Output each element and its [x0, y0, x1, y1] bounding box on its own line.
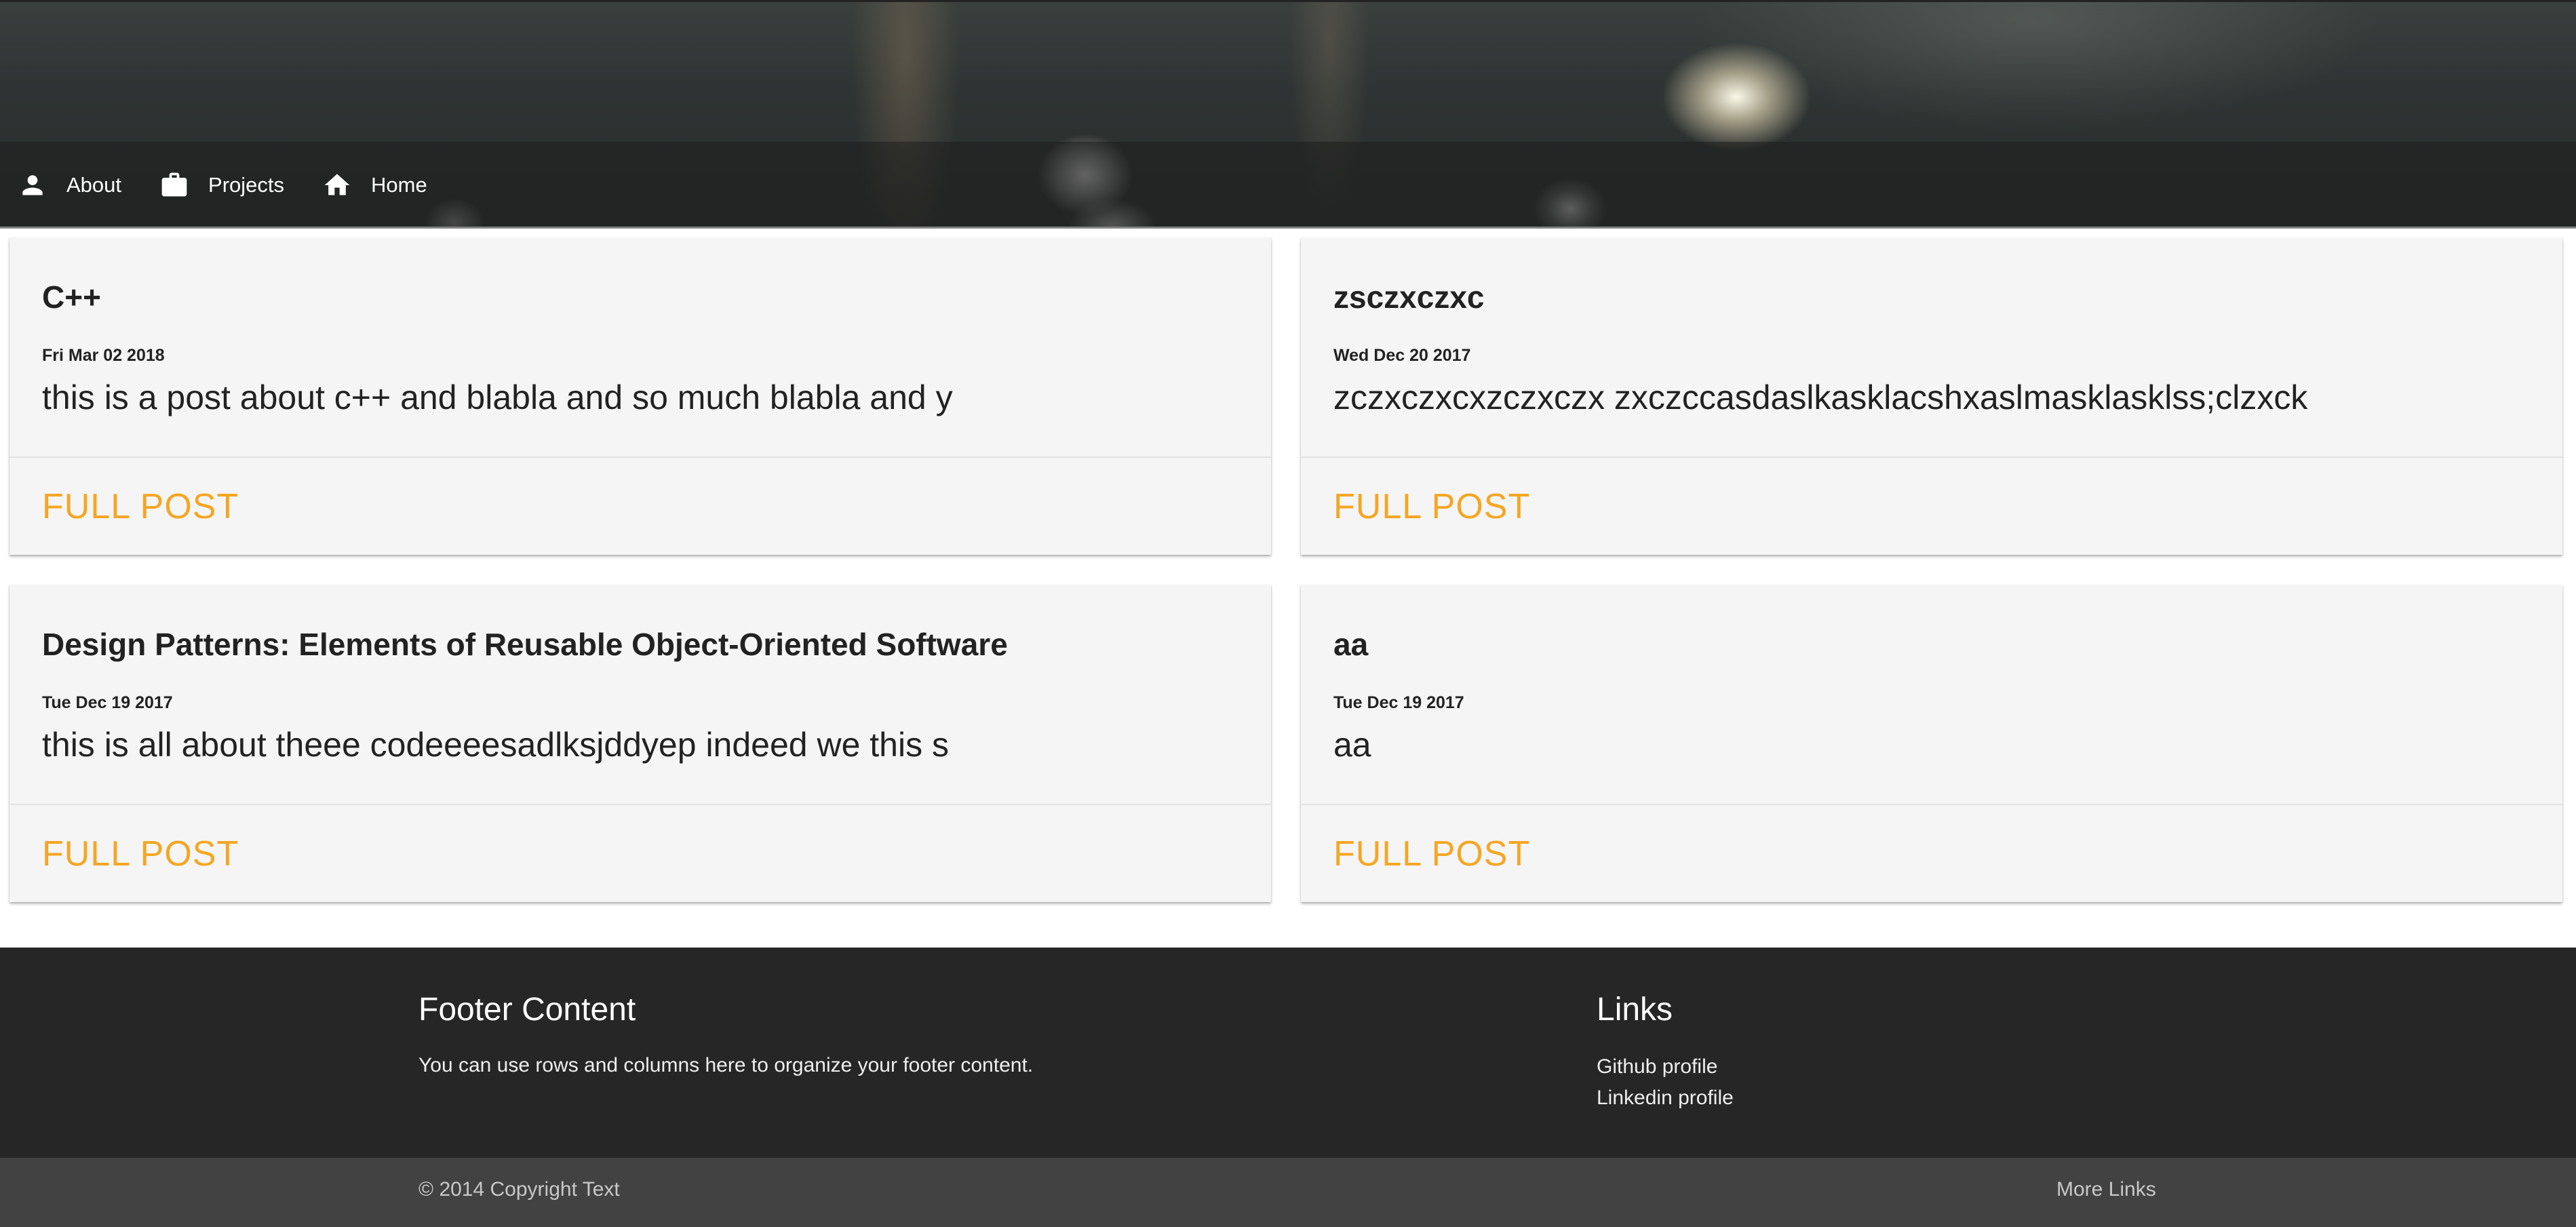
post-grid: C++ Fri Mar 02 2018 this is a post about…: [9, 237, 2562, 902]
post-title: aa: [1333, 627, 1369, 662]
nav-item-projects[interactable]: Projects: [140, 142, 303, 229]
main-nav: About Projects Home: [0, 142, 2576, 229]
full-post-link[interactable]: FULL POST: [42, 834, 239, 874]
card-content: aa Tue Dec 19 2017 aa: [1301, 585, 2562, 804]
briefcase-icon: [161, 172, 187, 197]
post-date: Tue Dec 19 2017: [1333, 693, 1464, 712]
post-title: C++: [42, 279, 101, 315]
post-card: C++ Fri Mar 02 2018 this is a post about…: [9, 237, 1271, 555]
post-excerpt: zczxczxcxzczxczx zxczccasdaslkasklacshxa…: [1333, 378, 2308, 416]
post-card: aa Tue Dec 19 2017 aa FULL POST: [1301, 585, 2562, 902]
card-content: Design Patterns: Elements of Reusable Ob…: [9, 585, 1271, 804]
page-footer: Footer Content You can use rows and colu…: [0, 948, 2576, 1158]
post-title: Design Patterns: Elements of Reusable Ob…: [42, 627, 1008, 662]
post-card: zsczxczxc Wed Dec 20 2017 zczxczxcxzczxc…: [1301, 237, 2562, 555]
card-content: zsczxczxc Wed Dec 20 2017 zczxczxcxzczxc…: [1301, 237, 2562, 456]
nav-item-about[interactable]: About: [0, 142, 140, 229]
card-action: FULL POST: [1301, 804, 2562, 902]
home-icon: [324, 174, 350, 195]
footer-content-text: You can use rows and columns here to org…: [418, 1054, 1034, 1076]
nav-item-home[interactable]: Home: [303, 142, 446, 229]
post-excerpt: aa: [1333, 726, 1371, 764]
nav-item-label: Home: [371, 173, 427, 197]
post-title: zsczxczxc: [1333, 279, 1485, 315]
post-date: Wed Dec 20 2017: [1333, 346, 1471, 365]
post-excerpt: this is all about theee codeeeesadlksjdd…: [42, 726, 949, 764]
nav-item-label: About: [66, 173, 122, 197]
card-action: FULL POST: [9, 804, 1271, 902]
linkedin-profile-link[interactable]: Linkedin profile: [1597, 1083, 1734, 1114]
post-date: Fri Mar 02 2018: [42, 346, 165, 365]
full-post-link[interactable]: FULL POST: [1333, 834, 1530, 874]
post-date: Tue Dec 19 2017: [42, 693, 173, 712]
full-post-link[interactable]: FULL POST: [42, 486, 239, 527]
footer-copyright-bar: © 2014 Copyright Text More Links: [0, 1158, 2576, 1227]
footer-content-column: Footer Content You can use rows and colu…: [418, 991, 1033, 1077]
footer-content-title: Footer Content: [418, 992, 636, 1028]
footer-links-title: Links: [1597, 992, 1673, 1028]
copyright-text: © 2014 Copyright Text: [418, 1178, 620, 1201]
more-links-link[interactable]: More Links: [2056, 1178, 2156, 1201]
header-banner: About Projects Home: [0, 0, 2576, 229]
card-action: FULL POST: [9, 456, 1271, 555]
footer-links-column: Links Github profile Linkedin profile: [1597, 991, 1734, 1114]
full-post-link[interactable]: FULL POST: [1333, 486, 1530, 527]
footer-links-list: Github profile Linkedin profile: [1597, 1051, 1734, 1114]
post-excerpt: this is a post about c++ and blabla and …: [42, 378, 953, 416]
card-content: C++ Fri Mar 02 2018 this is a post about…: [9, 237, 1271, 456]
github-profile-link[interactable]: Github profile: [1597, 1051, 1734, 1083]
card-action: FULL POST: [1301, 456, 2562, 555]
nav-item-label: Projects: [208, 173, 284, 197]
person-icon: [22, 175, 43, 195]
post-card: Design Patterns: Elements of Reusable Ob…: [9, 585, 1271, 902]
